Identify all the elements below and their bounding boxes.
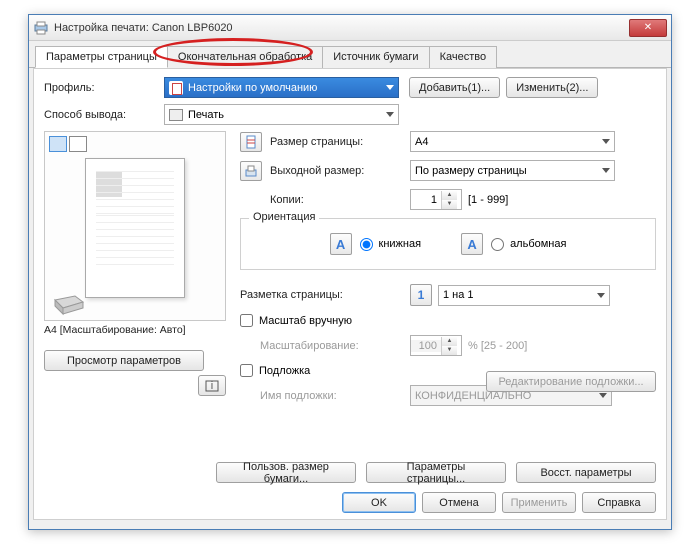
- output-size-icon[interactable]: [240, 161, 262, 181]
- layout-icon[interactable]: 1: [410, 284, 432, 306]
- preview-tool-printer[interactable]: [69, 136, 87, 152]
- view-params-button[interactable]: Просмотр параметров: [44, 350, 204, 371]
- watermark-checkbox[interactable]: [240, 364, 253, 377]
- page-preview: [85, 158, 185, 298]
- edit-profile-button[interactable]: Изменить(2)...: [506, 77, 598, 98]
- orientation-fieldset: Ориентация A книжная A альбомная: [240, 218, 656, 270]
- output-dropdown[interactable]: Печать: [164, 104, 399, 125]
- manual-scale-checkbox[interactable]: [240, 314, 253, 327]
- edit-watermark-button: Редактирование подложки...: [486, 371, 656, 392]
- profile-icon: [169, 81, 183, 95]
- layout-dropdown[interactable]: 1 на 1: [438, 285, 610, 306]
- spin-up-icon: ▲: [442, 337, 457, 346]
- printer-small-icon: [169, 109, 183, 121]
- landscape-radio[interactable]: [491, 238, 504, 251]
- tab-content: Профиль: Настройки по умолчанию Добавить…: [33, 68, 667, 520]
- page-size-dropdown[interactable]: A4: [410, 131, 615, 152]
- chevron-down-icon: [602, 139, 610, 144]
- profile-dropdown[interactable]: Настройки по умолчанию: [164, 77, 399, 98]
- scaling-label: Масштабирование:: [260, 340, 410, 352]
- custom-paper-size-button[interactable]: Пользов. размер бумаги...: [216, 462, 356, 483]
- orientation-legend: Ориентация: [249, 211, 319, 223]
- portrait-label: книжная: [379, 238, 422, 250]
- spin-up-icon[interactable]: ▲: [442, 191, 457, 200]
- output-size-label: Выходной размер:: [270, 165, 410, 177]
- page-size-icon[interactable]: [240, 132, 262, 152]
- copies-spinner[interactable]: ▲▼: [410, 189, 462, 210]
- manual-scale-label: Масштаб вручную: [259, 315, 352, 327]
- preview-info-button[interactable]: i: [198, 375, 226, 396]
- portrait-radio[interactable]: [360, 238, 373, 251]
- scaling-range: % [25 - 200]: [468, 340, 527, 352]
- scaling-spinner: ▲▼: [410, 335, 462, 356]
- copies-range: [1 - 999]: [468, 194, 508, 206]
- restore-defaults-button[interactable]: Восст. параметры: [516, 462, 656, 483]
- cancel-button[interactable]: Отмена: [422, 492, 496, 513]
- chevron-down-icon: [602, 168, 610, 173]
- landscape-icon[interactable]: A: [461, 233, 483, 255]
- printer-icon: [33, 20, 49, 36]
- preview-tool-page[interactable]: [49, 136, 67, 152]
- tab-bar: Параметры страницы Окончательная обработ…: [29, 41, 671, 68]
- tab-page-params[interactable]: Параметры страницы: [35, 46, 168, 68]
- window-title: Настройка печати: Canon LBP6020: [54, 22, 629, 34]
- output-value: Печать: [188, 109, 224, 121]
- chevron-down-icon: [386, 112, 394, 117]
- preview-panel: [44, 131, 226, 321]
- layout-label: Разметка страницы:: [240, 289, 410, 301]
- help-button[interactable]: Справка: [582, 492, 656, 513]
- copies-label: Копии:: [270, 194, 410, 206]
- spin-down-icon[interactable]: ▼: [442, 200, 457, 209]
- chevron-down-icon: [597, 293, 605, 298]
- ok-button[interactable]: OK: [342, 492, 416, 513]
- apply-button: Применить: [502, 492, 576, 513]
- profile-value: Настройки по умолчанию: [188, 82, 317, 94]
- chevron-down-icon: [386, 85, 394, 90]
- spin-down-icon: ▼: [442, 346, 457, 355]
- chevron-down-icon: [599, 393, 607, 398]
- output-label: Способ вывода:: [44, 109, 164, 121]
- page-options-button[interactable]: Параметры страницы...: [366, 462, 506, 483]
- copies-input[interactable]: [411, 194, 441, 206]
- tab-quality[interactable]: Качество: [429, 46, 498, 68]
- page-size-label: Размер страницы:: [270, 136, 410, 148]
- preview-caption: A4 [Масштабирование: Авто]: [44, 324, 226, 336]
- print-settings-window: Настройка печати: Canon LBP6020 ✕ Параме…: [28, 14, 672, 530]
- titlebar: Настройка печати: Canon LBP6020 ✕: [29, 15, 671, 41]
- close-button[interactable]: ✕: [629, 19, 667, 37]
- watermark-name-label: Имя подложки:: [260, 390, 410, 402]
- tab-finishing[interactable]: Окончательная обработка: [167, 46, 323, 68]
- svg-text:i: i: [211, 380, 213, 392]
- output-size-dropdown[interactable]: По размеру страницы: [410, 160, 615, 181]
- add-profile-button[interactable]: Добавить(1)...: [409, 77, 500, 98]
- profile-label: Профиль:: [44, 82, 164, 94]
- landscape-label: альбомная: [510, 238, 566, 250]
- watermark-label: Подложка: [259, 365, 310, 377]
- printer-3d-icon: [51, 290, 87, 316]
- scaling-input: [411, 340, 441, 352]
- portrait-icon[interactable]: A: [330, 233, 352, 255]
- tab-paper-source[interactable]: Источник бумаги: [322, 46, 429, 68]
